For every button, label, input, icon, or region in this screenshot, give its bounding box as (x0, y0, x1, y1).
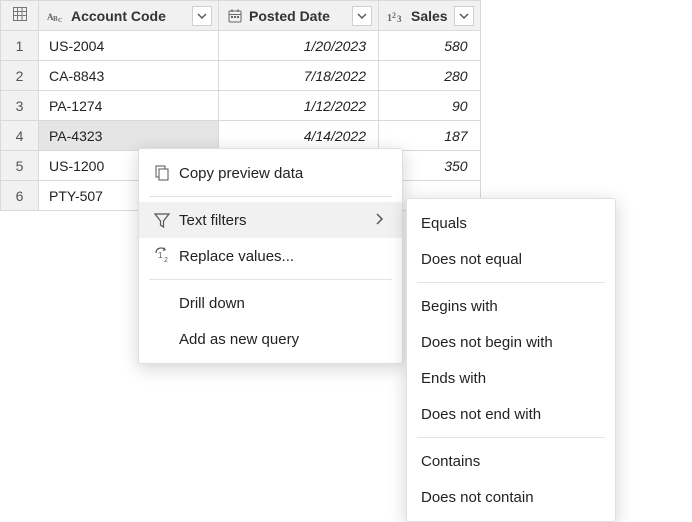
column-filter-dropdown[interactable] (352, 6, 372, 26)
column-label: Sales (411, 8, 448, 24)
cell-sales[interactable]: 187 (379, 121, 481, 151)
filter-does-not-contain[interactable]: Does not contain (407, 479, 615, 515)
cell-posted-date[interactable]: 1/20/2023 (219, 31, 379, 61)
column-header-sales[interactable]: 123 Sales (379, 1, 481, 31)
cell-account-code[interactable]: PA-1274 (39, 91, 219, 121)
filter-begins-with[interactable]: Begins with (407, 288, 615, 324)
column-filter-dropdown[interactable] (192, 6, 212, 26)
table-icon (12, 6, 28, 22)
cell-sales[interactable]: 90 (379, 91, 481, 121)
row-number[interactable]: 6 (1, 181, 39, 211)
submenu-arrow-icon (374, 212, 384, 229)
number-type-icon: 123 (387, 8, 405, 24)
column-filter-dropdown[interactable] (454, 6, 474, 26)
menu-label: Text filters (179, 212, 356, 229)
table-row[interactable]: 4 PA-4323 4/14/2022 187 (1, 121, 481, 151)
filter-contains[interactable]: Contains (407, 443, 615, 479)
column-header-account-code[interactable]: ABC Account Code (39, 1, 219, 31)
text-filters-submenu: Equals Does not equal Begins with Does n… (406, 198, 616, 522)
cell-account-code[interactable]: CA-8843 (39, 61, 219, 91)
cell-sales[interactable]: 280 (379, 61, 481, 91)
filter-ends-with[interactable]: Ends with (407, 360, 615, 396)
menu-copy-preview-data[interactable]: Copy preview data (139, 155, 402, 191)
menu-drill-down[interactable]: Drill down (139, 285, 402, 321)
row-number[interactable]: 4 (1, 121, 39, 151)
row-number[interactable]: 3 (1, 91, 39, 121)
menu-label: Copy preview data (179, 165, 384, 182)
menu-separator (149, 279, 392, 280)
menu-label: Does not begin with (421, 334, 597, 351)
cell-account-code[interactable]: PA-4323 (39, 121, 219, 151)
table-row[interactable]: 3 PA-1274 1/12/2022 90 (1, 91, 481, 121)
filter-does-not-equal[interactable]: Does not equal (407, 241, 615, 277)
text-type-icon: ABC (47, 8, 65, 24)
cell-account-code[interactable]: US-2004 (39, 31, 219, 61)
menu-add-as-new-query[interactable]: Add as new query (139, 321, 402, 357)
date-type-icon (227, 8, 243, 24)
filter-icon (153, 211, 179, 229)
menu-label: Ends with (421, 370, 597, 387)
row-number[interactable]: 1 (1, 31, 39, 61)
menu-separator (417, 437, 605, 438)
menu-separator (149, 196, 392, 197)
cell-posted-date[interactable]: 7/18/2022 (219, 61, 379, 91)
cell-posted-date[interactable]: 1/12/2022 (219, 91, 379, 121)
copy-icon (153, 164, 179, 182)
column-label: Account Code (71, 8, 186, 24)
menu-label: Add as new query (179, 331, 384, 348)
select-all-corner[interactable] (1, 1, 39, 31)
svg-text:3: 3 (397, 14, 402, 24)
menu-label: Equals (421, 215, 597, 232)
column-header-posted-date[interactable]: Posted Date (219, 1, 379, 31)
menu-label: Does not contain (421, 489, 597, 506)
svg-text:C: C (58, 18, 62, 24)
cell-sales[interactable]: 580 (379, 31, 481, 61)
menu-replace-values[interactable]: 12 Replace values... (139, 238, 402, 274)
row-number[interactable]: 2 (1, 61, 39, 91)
menu-label: Drill down (179, 295, 384, 312)
table-row[interactable]: 2 CA-8843 7/18/2022 280 (1, 61, 481, 91)
filter-equals[interactable]: Equals (407, 205, 615, 241)
svg-text:2: 2 (392, 11, 396, 20)
menu-label: Replace values... (179, 248, 384, 265)
cell-posted-date[interactable]: 4/14/2022 (219, 121, 379, 151)
svg-text:2: 2 (164, 257, 168, 264)
column-label: Posted Date (249, 8, 346, 24)
menu-separator (417, 282, 605, 283)
filter-does-not-end-with[interactable]: Does not end with (407, 396, 615, 432)
svg-text:1: 1 (158, 251, 163, 260)
replace-values-icon: 12 (153, 247, 179, 265)
menu-label: Contains (421, 453, 597, 470)
context-menu: Copy preview data Text filters 12 Replac… (138, 148, 403, 364)
table-row[interactable]: 1 US-2004 1/20/2023 580 (1, 31, 481, 61)
filter-does-not-begin-with[interactable]: Does not begin with (407, 324, 615, 360)
menu-text-filters[interactable]: Text filters (139, 202, 402, 238)
menu-label: Begins with (421, 298, 597, 315)
row-number[interactable]: 5 (1, 151, 39, 181)
menu-label: Does not equal (421, 251, 597, 268)
menu-label: Does not end with (421, 406, 597, 423)
